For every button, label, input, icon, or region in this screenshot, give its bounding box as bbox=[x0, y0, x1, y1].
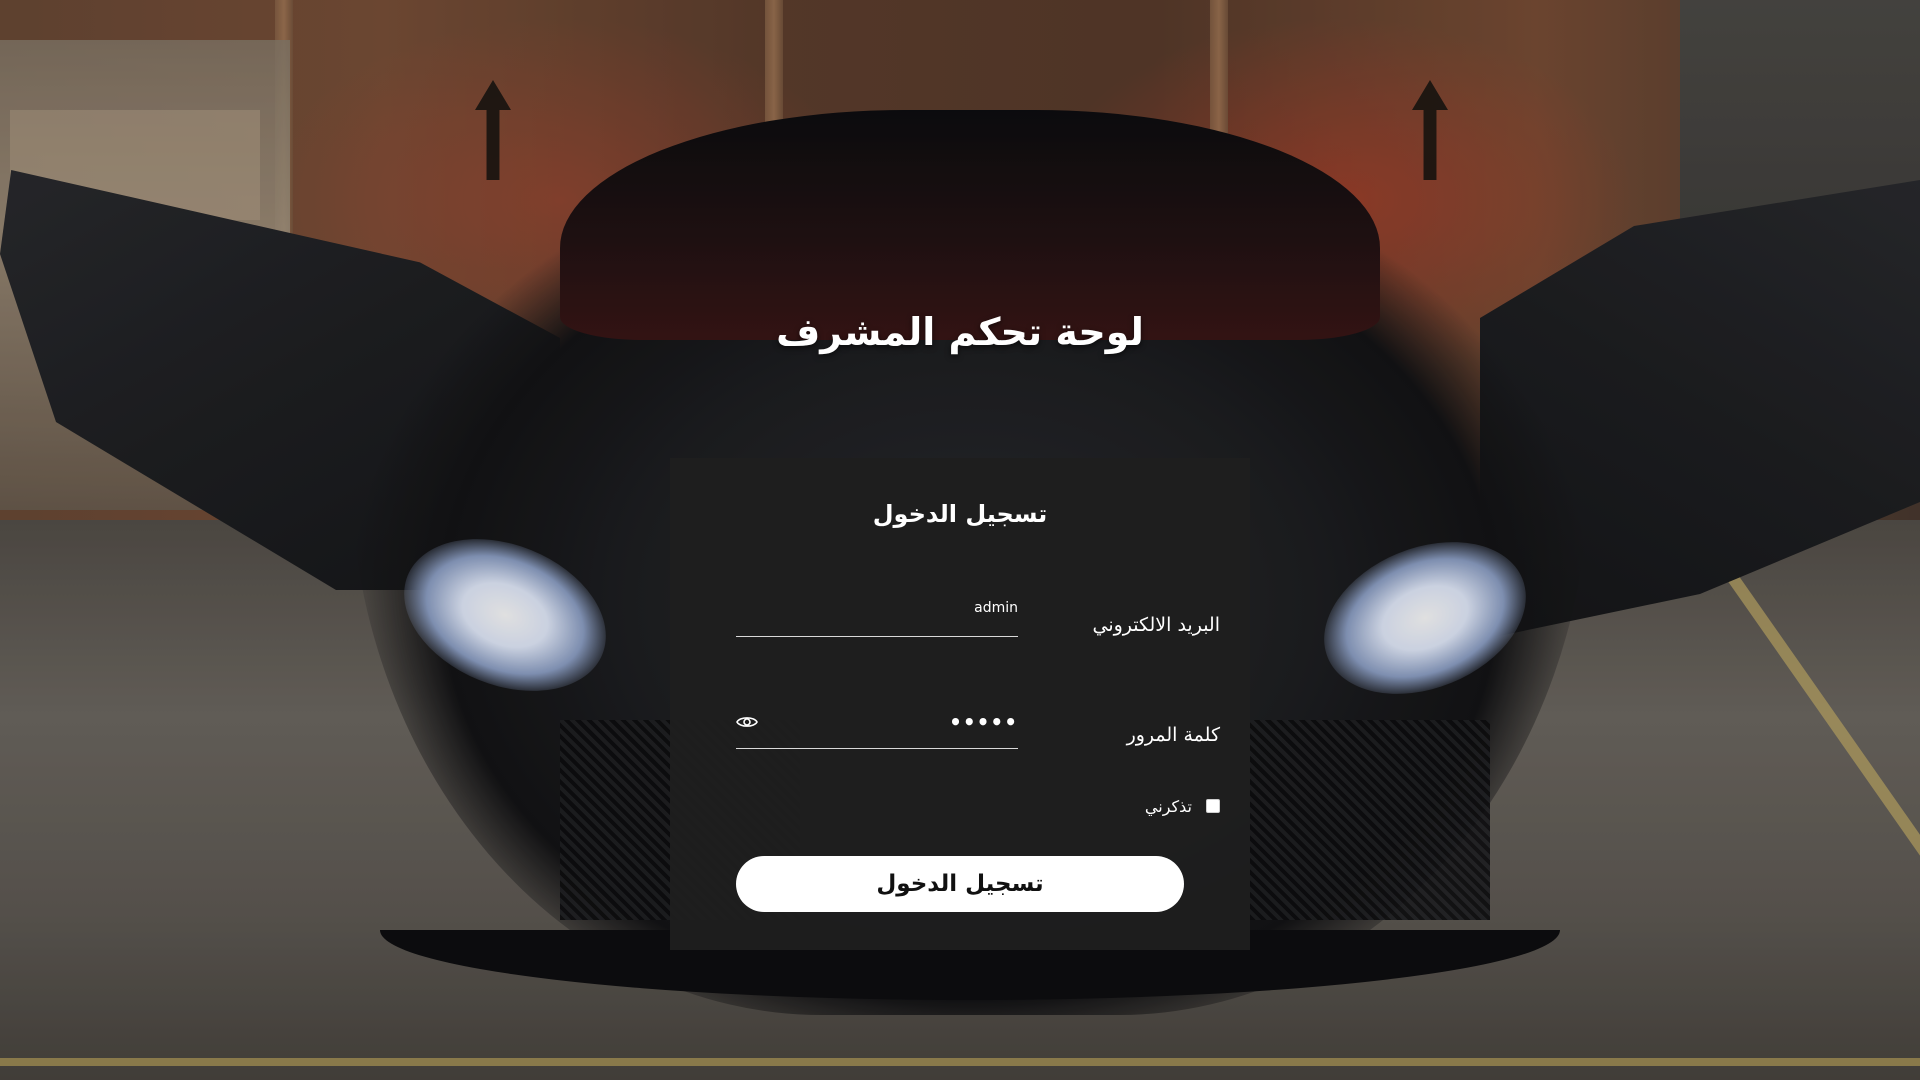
password-value: ••••• bbox=[949, 710, 1018, 734]
password-label: كلمة المرور bbox=[1126, 724, 1220, 746]
remember-label: تذكرني bbox=[1144, 796, 1192, 816]
remember-checkbox[interactable] bbox=[1206, 799, 1220, 813]
email-value: admin bbox=[974, 600, 1018, 616]
login-card: تسجيل الدخول البريد الالكتروني admin كلم… bbox=[670, 458, 1250, 950]
login-button[interactable]: تسجيل الدخول bbox=[736, 856, 1184, 912]
page-title: لوحة تحكم المشرف bbox=[776, 310, 1144, 354]
password-field[interactable]: ••••• bbox=[736, 700, 1018, 749]
email-label: البريد الالكتروني bbox=[1092, 614, 1221, 636]
email-field[interactable]: admin bbox=[736, 588, 1018, 637]
remember-me: تذكرني bbox=[1145, 794, 1220, 818]
eye-icon[interactable] bbox=[736, 714, 758, 730]
login-card-title: تسجيل الدخول bbox=[872, 500, 1048, 528]
